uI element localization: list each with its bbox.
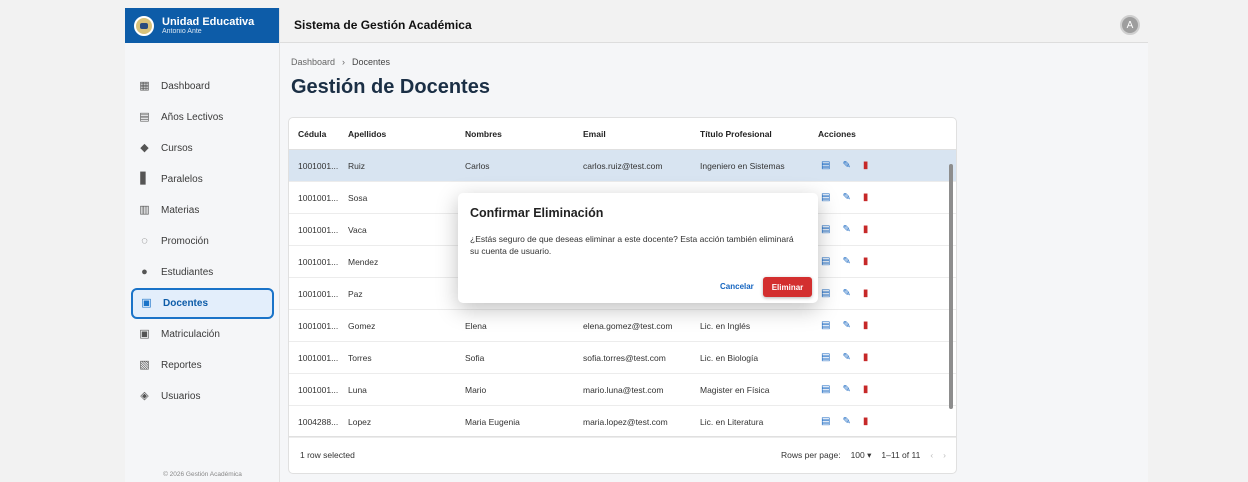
- dialog-message: ¿Estás seguro de que deseas eliminar a e…: [470, 234, 794, 257]
- dialog-title: Confirmar Eliminación: [470, 206, 604, 220]
- cancel-button[interactable]: Cancelar: [720, 282, 754, 291]
- delete-button[interactable]: Eliminar: [763, 277, 812, 297]
- confirm-delete-dialog: Confirmar Eliminación ¿Estás seguro de q…: [458, 193, 818, 303]
